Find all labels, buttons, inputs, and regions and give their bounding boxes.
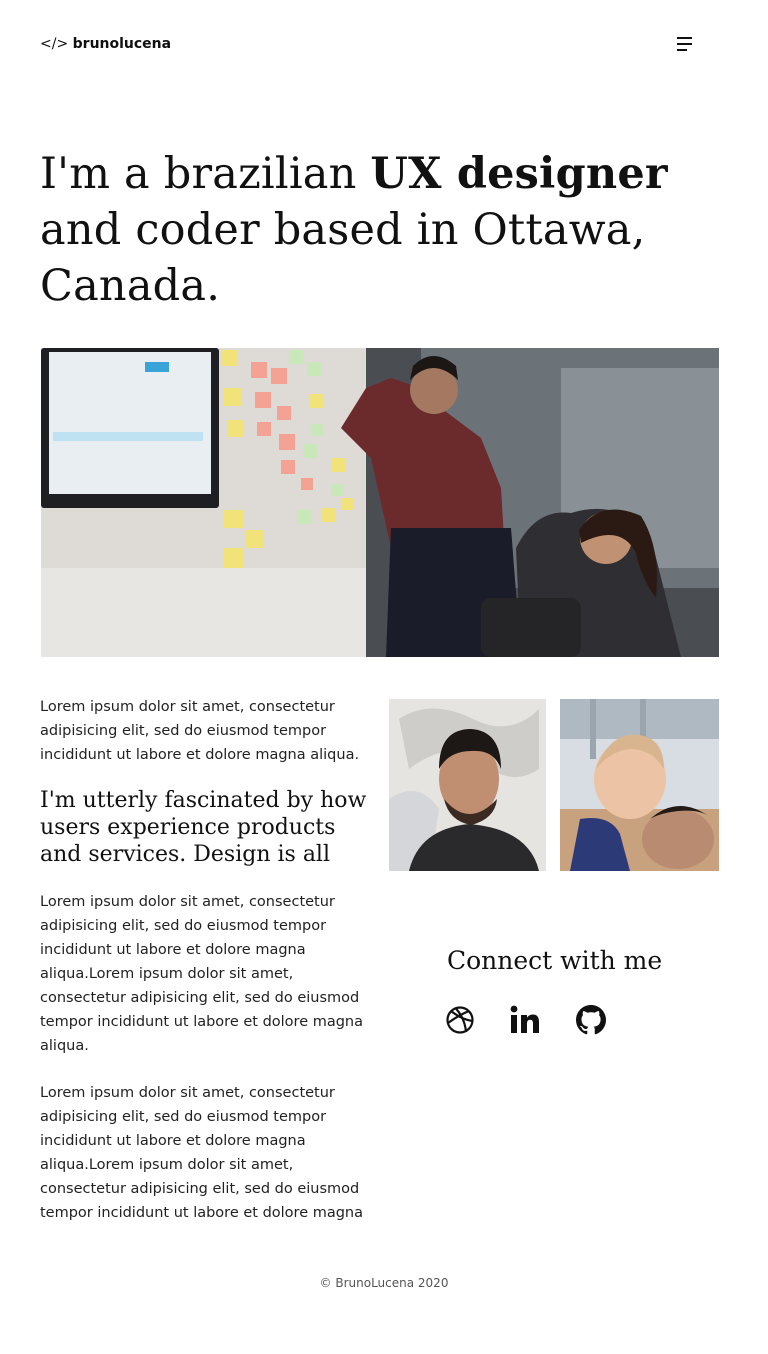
logo-code-symbol: </> [40, 36, 69, 52]
linkedin-icon[interactable] [510, 1005, 540, 1035]
github-icon[interactable] [576, 1005, 606, 1035]
logo-name: brunolucena [72, 36, 172, 52]
hero-text-start: I'm a brazilian [40, 149, 371, 199]
site-logo[interactable]: </> brunolucena [40, 33, 171, 55]
hero-text-bold: UX designer [370, 149, 668, 199]
site-header: </> brunolucena [40, 33, 695, 55]
child-photo [560, 699, 719, 871]
portrait-photo [389, 699, 546, 871]
team-meeting-photo [41, 348, 719, 657]
fascination-quote: I'm utterly fascinated by how users expe… [40, 788, 367, 867]
body-paragraph: Lorem ipsum dolor sit amet, consectetur … [40, 1085, 364, 1221]
connect-heading: Connect with me [447, 946, 663, 975]
intro-paragraph: Lorem ipsum dolor sit amet, consectetur … [40, 699, 360, 763]
footer-copyright: © BrunoLucena 2020 [319, 1276, 449, 1290]
hero-text-end: and coder based in Ottawa, Canada. [40, 205, 646, 311]
about-column: Lorem ipsum dolor sit amet, consectetur … [40, 695, 380, 1225]
dribbble-icon[interactable] [445, 1005, 475, 1035]
hero-heading: I'm a brazilian UX designer and coder ba… [40, 146, 730, 314]
body-paragraph: Lorem ipsum dolor sit amet, consectetur … [40, 894, 364, 1054]
hamburger-menu-icon[interactable] [677, 35, 695, 53]
